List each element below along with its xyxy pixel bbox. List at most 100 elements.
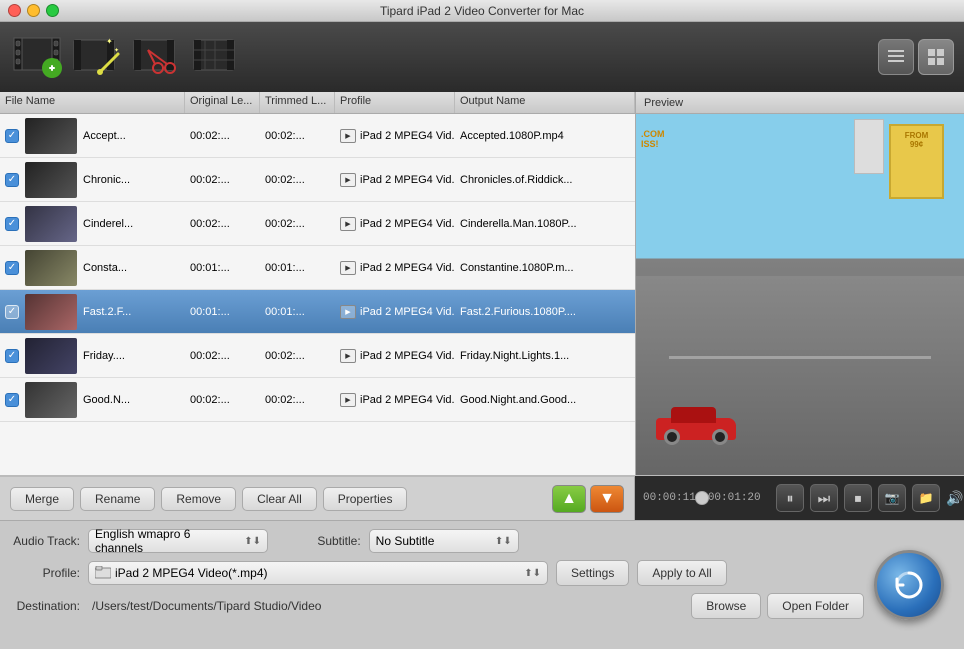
rename-button[interactable]: Rename — [80, 487, 155, 511]
file-checkbox[interactable]: ✓ — [5, 217, 19, 231]
preview-header: Preview — [636, 92, 964, 114]
title-bar: Tipard iPad 2 Video Converter for Mac — [0, 0, 964, 22]
audio-track-label: Audio Track: — [10, 534, 80, 548]
list-view-button[interactable] — [878, 39, 914, 75]
view-mode-buttons — [878, 39, 954, 75]
profile-select[interactable]: iPad 2 MPEG4 Video(*.mp4) ⬆⬇ — [88, 561, 548, 585]
current-time: 00:00:11 — [643, 492, 696, 504]
table-row[interactable]: ✓ Friday.... 00:02:... 00:02:... ▶ iPad … — [0, 334, 635, 378]
grid-view-button[interactable] — [918, 39, 954, 75]
apply-to-all-button[interactable]: Apply to All — [637, 560, 726, 586]
audio-track-select[interactable]: English wmapro 6 channels ⬆⬇ — [88, 529, 268, 553]
table-row[interactable]: ✓ Consta... 00:01:... 00:01:... ▶ iPad 2… — [0, 246, 635, 290]
file-original-length: 00:01:... — [185, 260, 260, 276]
close-button[interactable] — [8, 4, 21, 17]
file-original-length: 00:01:... — [185, 304, 260, 320]
profile-icon: ▶ — [340, 393, 356, 407]
open-folder-button[interactable]: Open Folder — [767, 593, 864, 619]
controls-row: Merge Rename Remove Clear All Properties… — [0, 475, 964, 519]
svg-text:✦: ✦ — [106, 37, 113, 46]
file-trimmed-length: 00:01:... — [260, 304, 335, 320]
remove-button[interactable]: Remove — [161, 487, 236, 511]
file-checkbox[interactable]: ✓ — [5, 305, 19, 319]
navigation-buttons: ▲ ▼ — [552, 485, 624, 513]
clear-all-button[interactable]: Clear All — [242, 487, 317, 511]
preview-panel: Preview FROM99¢ .COMISS! — [636, 92, 964, 475]
audio-track-value: English wmapro 6 channels — [95, 527, 238, 555]
file-checkbox[interactable]: ✓ — [5, 173, 19, 187]
preview-controls: 00:00:11 00:01:20 ⏸ ⏭ ⏹ 📷 📁 🔊 — [635, 476, 964, 520]
add-video-button[interactable] — [10, 30, 64, 84]
file-name-cell: ✓ Chronic... — [0, 160, 185, 200]
file-original-length: 00:02:... — [185, 172, 260, 188]
properties-button[interactable]: Properties — [323, 487, 408, 511]
file-thumbnail — [25, 162, 77, 198]
file-checkbox[interactable]: ✓ — [5, 129, 19, 143]
file-profile: ▶ iPad 2 MPEG4 Vid... — [335, 215, 455, 233]
merge-button[interactable]: Merge — [10, 487, 74, 511]
profile-row: Profile: iPad 2 MPEG4 Video(*.mp4) ⬆⬇ Se… — [10, 560, 864, 586]
table-row[interactable]: ✓ Fast.2.F... 00:01:... 00:01:... ▶ iPad… — [0, 290, 635, 334]
table-row[interactable]: ✓ Cinderel... 00:02:... 00:02:... ▶ iPad… — [0, 202, 635, 246]
file-trimmed-length: 00:02:... — [260, 172, 335, 188]
file-checkbox[interactable]: ✓ — [5, 349, 19, 363]
convert-button[interactable] — [874, 550, 944, 620]
table-row[interactable]: ✓ Good.N... 00:02:... 00:02:... ▶ iPad 2… — [0, 378, 635, 422]
file-thumbnail — [25, 382, 77, 418]
volume-area: 🔊 — [946, 490, 964, 507]
file-name-cell: ✓ Good.N... — [0, 380, 185, 420]
folder-button[interactable]: 📁 — [912, 484, 940, 512]
file-thumbnail — [25, 250, 77, 286]
destination-row: Destination: /Users/test/Documents/Tipar… — [10, 593, 864, 619]
profile-arrow: ⬆⬇ — [524, 568, 541, 579]
file-name-cell: ✓ Friday.... — [0, 336, 185, 376]
screenshot-button[interactable]: 📷 — [878, 484, 906, 512]
total-time: 00:01:20 — [708, 492, 761, 504]
convert-area — [874, 529, 954, 641]
col-header-profile: Profile — [335, 92, 455, 113]
preview-video: FROM99¢ .COMISS! — [636, 114, 964, 475]
file-name: Good.N... — [83, 394, 130, 406]
file-original-length: 00:02:... — [185, 348, 260, 364]
window-controls — [8, 4, 59, 17]
file-controls: Merge Rename Remove Clear All Properties… — [0, 476, 635, 520]
pause-button[interactable]: ⏸ — [776, 484, 804, 512]
file-list-body[interactable]: ✓ Accept... 00:02:... 00:02:... ▶ iPad 2… — [0, 114, 635, 475]
file-checkbox[interactable]: ✓ — [5, 393, 19, 407]
stop-button[interactable]: ⏹ — [844, 484, 872, 512]
window-title: Tipard iPad 2 Video Converter for Mac — [380, 4, 584, 18]
profile-icon: ▶ — [340, 305, 356, 319]
subtitle-arrow: ⬆⬇ — [495, 536, 512, 547]
file-output-name: Cinderella.Man.1080P... — [455, 216, 635, 232]
volume-icon: 🔊 — [946, 490, 963, 507]
effect-button[interactable] — [190, 30, 244, 84]
col-header-output: Output Name — [455, 92, 635, 113]
file-output-name: Fast.2.Furious.1080P.... — [455, 304, 635, 320]
profile-icon: ▶ — [340, 349, 356, 363]
table-row[interactable]: ✓ Accept... 00:02:... 00:02:... ▶ iPad 2… — [0, 114, 635, 158]
next-frame-button[interactable]: ⏭ — [810, 484, 838, 512]
file-output-name: Accepted.1080P.mp4 — [455, 128, 635, 144]
profile-icon: ▶ — [340, 261, 356, 275]
table-row[interactable]: ✓ Chronic... 00:02:... 00:02:... ▶ iPad … — [0, 158, 635, 202]
move-up-button[interactable]: ▲ — [552, 485, 586, 513]
profile-icon: ▶ — [340, 129, 356, 143]
minimize-button[interactable] — [27, 4, 40, 17]
move-down-button[interactable]: ▼ — [590, 485, 624, 513]
clip-button[interactable] — [130, 30, 184, 84]
audio-track-arrow: ⬆⬇ — [244, 536, 261, 547]
file-name: Chronic... — [83, 174, 130, 186]
file-thumbnail — [25, 118, 77, 154]
file-output-name: Chronicles.of.Riddick... — [455, 172, 635, 188]
edit-button[interactable]: ✦ ✦ — [70, 30, 124, 84]
file-name: Fast.2.F... — [83, 306, 131, 318]
col-header-filename: File Name — [0, 92, 185, 113]
browse-button[interactable]: Browse — [691, 593, 761, 619]
file-profile: ▶ iPad 2 MPEG4 Vid... — [335, 347, 455, 365]
file-checkbox[interactable]: ✓ — [5, 261, 19, 275]
subtitle-select[interactable]: No Subtitle ⬆⬇ — [369, 529, 519, 553]
maximize-button[interactable] — [46, 4, 59, 17]
toolbar: ✦ ✦ — [0, 22, 964, 92]
settings-button[interactable]: Settings — [556, 560, 629, 586]
file-list-header: File Name Original Le... Trimmed L... Pr… — [0, 92, 635, 114]
